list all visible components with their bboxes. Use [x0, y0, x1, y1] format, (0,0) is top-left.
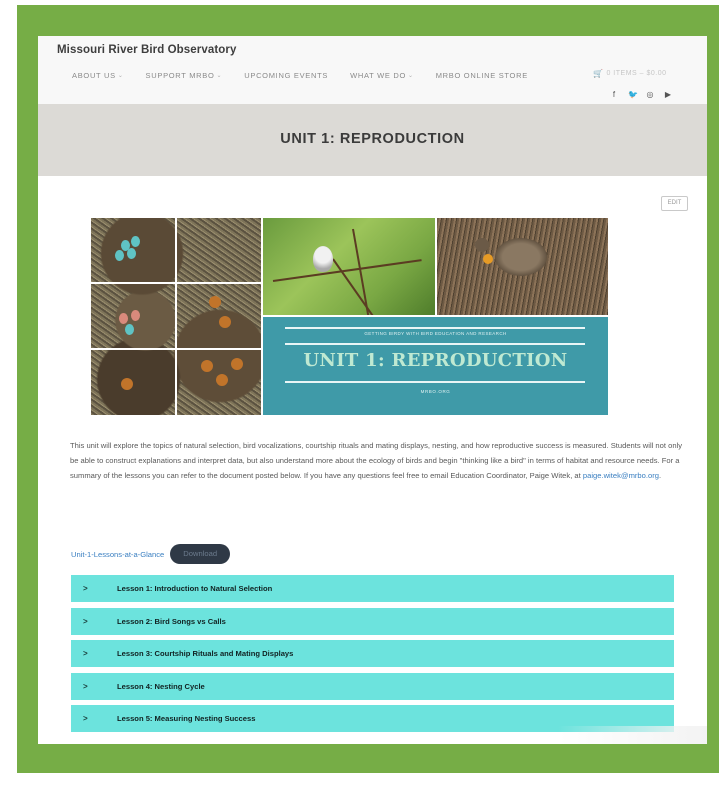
air-sac: [483, 254, 493, 264]
nest-photo-grid: [91, 218, 261, 415]
songbird-photo: [263, 218, 435, 315]
nav-label: Support MRBO: [145, 70, 215, 80]
lesson-1-toggle[interactable]: > Lesson 1: Introduction to Natural Sele…: [71, 575, 674, 602]
hero-subtitle: Getting Birdy with Bird Education and Re…: [364, 331, 507, 336]
download-button[interactable]: Download: [170, 544, 231, 564]
branch: [352, 228, 370, 315]
unit-description: This unit will explore the topics of nat…: [70, 438, 690, 483]
chick: [216, 374, 228, 386]
hero-title: UNIT 1: REPRODUCTION: [303, 350, 568, 371]
chevron-right-icon: >: [83, 616, 88, 626]
facebook-icon[interactable]: f: [610, 90, 618, 99]
hero-footer: MRBO.ORG: [420, 389, 451, 394]
cart-link[interactable]: 🛒 0 ITEMS – $0.00: [593, 69, 667, 78]
prairie-chicken-figure: [495, 238, 547, 276]
lessons-download-row: Unit-1-Lessons-at-a-Glance Download: [71, 544, 231, 564]
nav-support-mrbo[interactable]: Support MRBO ⌄: [146, 71, 223, 80]
prairie-chicken-photo: [437, 218, 608, 315]
lesson-4-toggle[interactable]: > Lesson 4: Nesting Cycle: [71, 672, 674, 700]
egg: [125, 324, 134, 335]
grid-divider: [175, 218, 177, 415]
hero-collage: Getting Birdy with Bird Education and Re…: [91, 218, 608, 415]
chick: [201, 360, 213, 372]
unit-title-card: Getting Birdy with Bird Education and Re…: [263, 317, 608, 415]
chevron-right-icon: >: [83, 681, 88, 691]
email-link[interactable]: paige.witek@mrbo.org: [583, 471, 659, 480]
bird-figure: [313, 246, 333, 272]
chevron-down-icon: ⌄: [216, 72, 223, 79]
nav-what-we-do[interactable]: What We Do ⌄: [350, 71, 414, 80]
browser-page: Missouri River Bird Observatory About Us…: [38, 36, 707, 744]
chevron-down-icon: ⌄: [117, 72, 124, 79]
nav-label: About Us: [72, 70, 116, 80]
egg: [131, 236, 140, 247]
lesson-3-toggle[interactable]: > Lesson 3: Courtship Rituals and Mating…: [71, 640, 674, 667]
site-title[interactable]: Missouri River Bird Observatory: [57, 44, 237, 56]
lessons-accordion: > Lesson 1: Introduction to Natural Sele…: [71, 575, 674, 738]
chick: [219, 316, 231, 328]
nav-upcoming-events[interactable]: Upcoming Events: [244, 71, 328, 80]
divider-line: [285, 381, 585, 383]
instagram-icon[interactable]: ◎: [646, 90, 654, 99]
chevron-right-icon: >: [83, 584, 88, 593]
nav-label: MRBO Online Store: [435, 70, 528, 80]
social-links: f 🐦 ◎ ▶: [610, 90, 672, 99]
lesson-label: Lesson 1: Introduction to Natural Select…: [117, 584, 273, 593]
nav-label: Upcoming Events: [244, 70, 329, 80]
nav-about-us[interactable]: About Us ⌄: [72, 71, 124, 80]
egg: [115, 250, 124, 261]
youtube-icon[interactable]: ▶: [664, 90, 672, 99]
edit-button[interactable]: EDIT: [661, 196, 688, 211]
prairie-chicken-head: [475, 238, 489, 252]
nav-mrbo-online-store[interactable]: MRBO Online Store: [436, 71, 528, 80]
nav-label: What We Do: [350, 70, 406, 80]
chevron-right-icon: >: [83, 714, 88, 723]
intro-end: .: [658, 470, 662, 480]
lesson-2-toggle[interactable]: > Lesson 2: Bird Songs vs Calls: [71, 607, 674, 635]
twitter-icon[interactable]: 🐦: [628, 90, 638, 99]
chick: [209, 296, 221, 308]
chick: [231, 358, 243, 370]
page-edge-fade: [558, 726, 707, 744]
lesson-label: Lesson 2: Bird Songs vs Calls: [117, 616, 226, 626]
cart-summary: 0 ITEMS – $0.00: [606, 70, 667, 77]
page-title: UNIT 1: REPRODUCTION: [280, 131, 465, 147]
lesson-label: Lesson 4: Nesting Cycle: [117, 681, 205, 691]
main-nav: About Us ⌄ Support MRBO ⌄ Upcoming Event…: [72, 68, 528, 82]
lesson-label: Lesson 3: Courtship Rituals and Mating D…: [117, 649, 294, 658]
lessons-at-a-glance-link[interactable]: Unit-1-Lessons-at-a-Glance: [71, 550, 164, 559]
lesson-label: Lesson 5: Measuring Nesting Success: [117, 714, 256, 723]
divider-line: [285, 343, 585, 345]
chevron-down-icon: ⌄: [407, 72, 414, 79]
divider-line: [285, 327, 585, 329]
chevron-right-icon: >: [83, 649, 88, 658]
chick: [121, 378, 133, 390]
egg: [131, 310, 140, 321]
page-banner: UNIT 1: REPRODUCTION: [38, 104, 707, 176]
egg: [119, 313, 128, 324]
cart-icon: 🛒: [593, 69, 604, 78]
egg: [127, 248, 136, 259]
